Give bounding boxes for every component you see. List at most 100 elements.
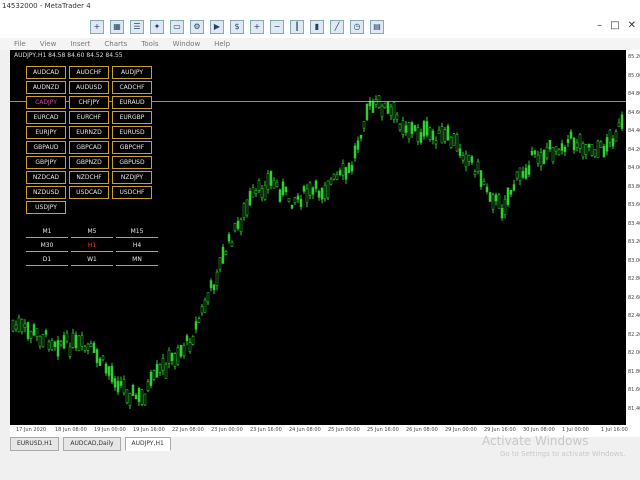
menu-tools[interactable]: Tools bbox=[141, 38, 158, 50]
tab-audcad-daily[interactable]: AUDCAD,Daily bbox=[63, 437, 121, 451]
symbol-button-usdchf[interactable]: USDCHF bbox=[112, 186, 152, 199]
timeframe-button-m5[interactable]: M5 bbox=[71, 226, 113, 238]
symbol-button-usdjpy[interactable]: USDJPY bbox=[26, 201, 66, 214]
price-axis-label: 82.60 bbox=[628, 294, 640, 301]
candle-body bbox=[95, 349, 99, 364]
timeframe-button-m15[interactable]: M15 bbox=[116, 226, 158, 238]
window-titlebar: 14532000 - MetaTrader 4 + ▦ ☰ ✦ ▭ ⚙ ▶ $ … bbox=[0, 0, 640, 39]
symbol-button-audcad[interactable]: AUDCAD bbox=[26, 66, 66, 79]
symbol-button-cadchf[interactable]: CADCHF bbox=[112, 81, 152, 94]
candle-body bbox=[71, 332, 75, 348]
timeframe-button-m1[interactable]: M1 bbox=[26, 226, 68, 238]
candle-body bbox=[503, 198, 507, 215]
symbol-button-audchf[interactable]: AUDCHF bbox=[69, 66, 109, 79]
timeframe-button-m30[interactable]: M30 bbox=[26, 240, 68, 252]
symbol-button-euraud[interactable]: EURAUD bbox=[112, 96, 152, 109]
symbol-button-gbpnzd[interactable]: GBPNZD bbox=[69, 156, 109, 169]
candle-body bbox=[119, 381, 123, 386]
candle-body bbox=[572, 137, 576, 151]
period-icon[interactable]: ◷ bbox=[350, 20, 364, 34]
candle-body bbox=[272, 180, 276, 189]
symbol-button-gbpusd[interactable]: GBPUSD bbox=[112, 156, 152, 169]
symbol-button-eurjpy[interactable]: EURJPY bbox=[26, 126, 66, 139]
candle-body bbox=[257, 180, 261, 191]
menu-view[interactable]: View bbox=[40, 38, 57, 50]
zoom-in-icon[interactable]: + bbox=[250, 20, 264, 34]
new-chart-icon[interactable]: + bbox=[90, 20, 104, 34]
tester-icon[interactable]: ⚙ bbox=[190, 20, 204, 34]
maximize-icon[interactable]: □ bbox=[610, 20, 619, 31]
market-watch-icon[interactable]: ☰ bbox=[130, 20, 144, 34]
close-icon[interactable]: ✕ bbox=[628, 20, 636, 31]
price-axis-label: 84.20 bbox=[628, 146, 640, 153]
symbol-button-gbpchf[interactable]: GBPCHF bbox=[112, 141, 152, 154]
symbol-button-nzdcad[interactable]: NZDCAD bbox=[26, 171, 66, 184]
symbol-button-cadjpy[interactable]: CADJPY bbox=[26, 96, 66, 109]
candle-body bbox=[308, 182, 312, 196]
line-chart-icon[interactable]: ╱ bbox=[330, 20, 344, 34]
zoom-out-icon[interactable]: − bbox=[270, 20, 284, 34]
templates-icon[interactable]: ▤ bbox=[370, 20, 384, 34]
menu-help[interactable]: Help bbox=[214, 38, 230, 50]
symbol-button-eurusd[interactable]: EURUSD bbox=[112, 126, 152, 139]
symbol-button-nzdusd[interactable]: NZDUSD bbox=[26, 186, 66, 199]
symbol-button-audnzd[interactable]: AUDNZD bbox=[26, 81, 66, 94]
menu-charts[interactable]: Charts bbox=[104, 38, 127, 50]
candle-body bbox=[545, 146, 549, 159]
candle-body bbox=[83, 346, 87, 351]
candle-body bbox=[569, 131, 573, 139]
timeframe-button-d1[interactable]: D1 bbox=[26, 254, 68, 266]
symbol-button-nzdjpy[interactable]: NZDJPY bbox=[112, 171, 152, 184]
candle-body bbox=[305, 188, 309, 203]
terminal-icon[interactable]: ▭ bbox=[170, 20, 184, 34]
candle-body bbox=[581, 142, 585, 158]
menu-window[interactable]: Window bbox=[173, 38, 201, 50]
autotrading-icon[interactable]: ▶ bbox=[210, 20, 224, 34]
candle-body bbox=[419, 132, 423, 143]
candle-body bbox=[101, 355, 105, 361]
price-axis-label: 83.00 bbox=[628, 257, 640, 264]
symbol-button-eurchf[interactable]: EURCHF bbox=[69, 111, 109, 124]
new-order-icon[interactable]: $ bbox=[230, 20, 244, 34]
timeframe-button-mn[interactable]: MN bbox=[116, 254, 158, 266]
candle-body bbox=[74, 334, 78, 349]
symbol-button-gbpcad[interactable]: GBPCAD bbox=[69, 141, 109, 154]
symbol-button-chfjpy[interactable]: CHFJPY bbox=[69, 96, 109, 109]
profiles-icon[interactable]: ▦ bbox=[110, 20, 124, 34]
minimize-icon[interactable]: – bbox=[597, 20, 602, 31]
symbol-button-audusd[interactable]: AUDUSD bbox=[69, 81, 109, 94]
candle-body bbox=[527, 165, 531, 175]
candle-body bbox=[290, 204, 294, 209]
candle-body bbox=[59, 341, 63, 346]
candle-body bbox=[245, 199, 249, 216]
tab-eurusd-h1[interactable]: EURUSD,H1 bbox=[10, 437, 60, 451]
time-axis-label: 18 Jun 08:00 bbox=[55, 427, 87, 433]
symbol-button-nzdchf[interactable]: NZDCHF bbox=[69, 171, 109, 184]
candle-body bbox=[542, 149, 546, 164]
candle-body bbox=[164, 363, 168, 379]
timeframe-button-h4[interactable]: H4 bbox=[116, 240, 158, 252]
symbol-button-usdcad[interactable]: USDCAD bbox=[69, 186, 109, 199]
candle-body bbox=[263, 185, 267, 200]
navigator-icon[interactable]: ✦ bbox=[150, 20, 164, 34]
menu-file[interactable]: File bbox=[14, 38, 26, 50]
symbol-button-eurcad[interactable]: EURCAD bbox=[26, 111, 66, 124]
timeframe-button-w1[interactable]: W1 bbox=[71, 254, 113, 266]
timeframe-button-h1[interactable]: H1 bbox=[71, 240, 113, 252]
candle-body bbox=[548, 140, 552, 150]
symbol-button-gbpaud[interactable]: GBPAUD bbox=[26, 141, 66, 154]
symbol-button-eurgbp[interactable]: EURGBP bbox=[112, 111, 152, 124]
candle-body bbox=[296, 195, 300, 200]
time-axis-label: 30 Jun 08:00 bbox=[523, 427, 555, 433]
bar-chart-icon[interactable]: ┃ bbox=[290, 20, 304, 34]
menu-insert[interactable]: Insert bbox=[70, 38, 90, 50]
candles-icon[interactable]: ▮ bbox=[310, 20, 324, 34]
symbol-button-eurnzd[interactable]: EURNZD bbox=[69, 126, 109, 139]
tab-audjpy-h1[interactable]: AUDJPY,H1 bbox=[124, 437, 171, 451]
symbol-button-audjpy[interactable]: AUDJPY bbox=[112, 66, 152, 79]
candle-body bbox=[560, 143, 564, 151]
candle-body bbox=[362, 121, 366, 129]
symbol-button-gbpjpy[interactable]: GBPJPY bbox=[26, 156, 66, 169]
candle-body bbox=[410, 122, 414, 134]
price-axis-label: 84.60 bbox=[628, 109, 640, 116]
